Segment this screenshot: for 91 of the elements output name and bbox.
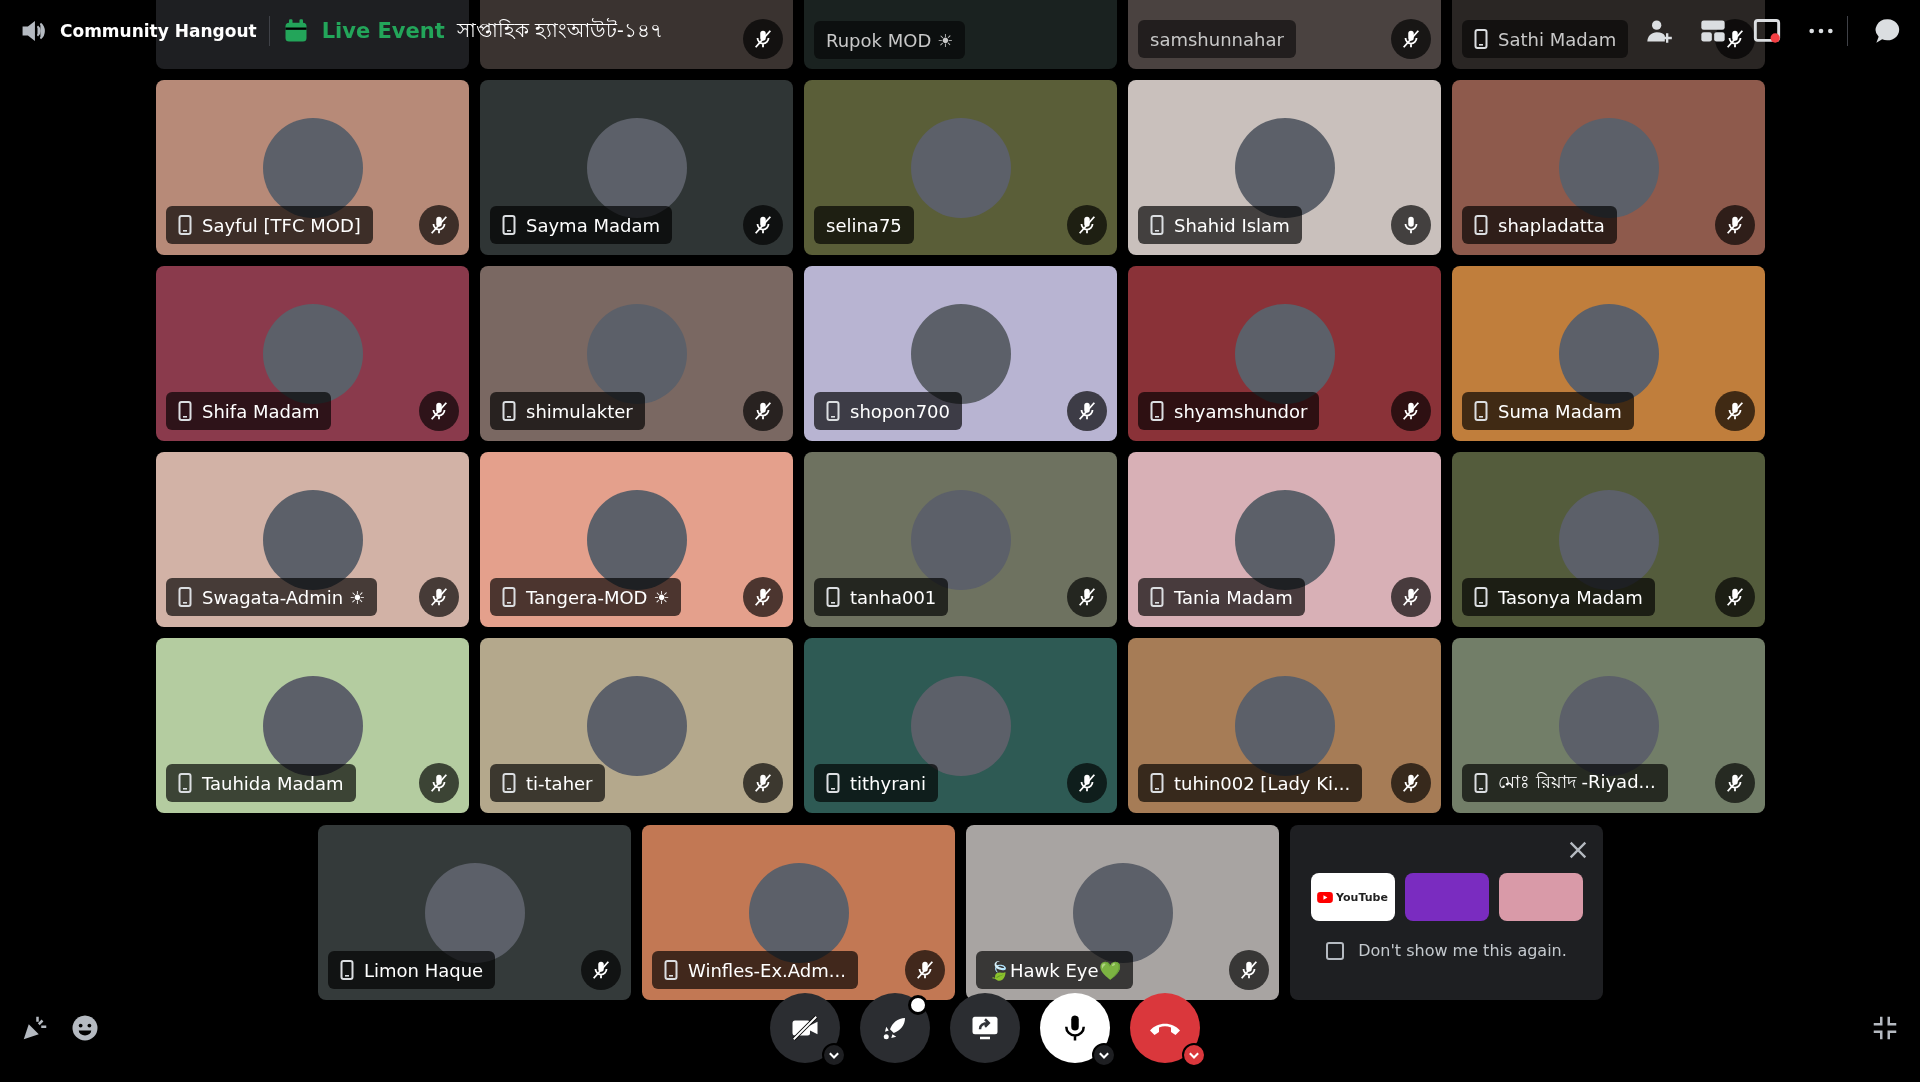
participant-name: ti-taher	[526, 772, 593, 794]
participant-name: Swagata-Admin ☀	[202, 586, 366, 608]
phone-icon	[178, 215, 192, 235]
participant-name: shimulakter	[526, 400, 633, 422]
chat-icon[interactable]	[1874, 17, 1902, 45]
phone-icon	[502, 215, 516, 235]
participant-tile[interactable]: shimulakter	[480, 266, 793, 441]
emoji-icon[interactable]	[70, 1013, 100, 1043]
chevron-icon[interactable]	[1182, 1043, 1206, 1067]
phone-icon	[502, 401, 516, 421]
participant-name: মোঃ রিয়াদ -Riyad...	[1498, 769, 1656, 794]
notification-dot	[908, 995, 928, 1015]
participant-tile[interactable]: Suma Madam	[1452, 266, 1765, 441]
live-event-label: Live Event	[321, 19, 445, 43]
participant-name: 🍃Hawk Eye💚	[988, 959, 1121, 981]
participant-tile[interactable]: Swagata-Admin ☀	[156, 452, 469, 627]
phone-icon	[502, 773, 516, 793]
channel-name: Community Hangout	[60, 21, 257, 41]
participant-name: Tania Madam	[1174, 586, 1293, 608]
chevron-icon[interactable]	[1092, 1043, 1116, 1067]
participant-tile[interactable]: Tasonya Madam	[1452, 452, 1765, 627]
phone-icon	[178, 587, 192, 607]
participant-tile[interactable]: Tauhida Madam	[156, 638, 469, 813]
phone-icon	[1150, 773, 1164, 793]
participant-name: tanha001	[850, 586, 937, 608]
game-thumbnail[interactable]	[1498, 873, 1583, 921]
phone-icon	[340, 960, 354, 980]
checkbox[interactable]	[1326, 941, 1345, 960]
participant-tile[interactable]: Sayma Madam	[480, 80, 793, 255]
participant-tile[interactable]: ti-taher	[480, 638, 793, 813]
event-title: সাপ্তাহিক হ্যাংআউট-১৪৭	[456, 16, 663, 44]
popout-icon[interactable]	[1753, 17, 1781, 45]
participant-tile[interactable]: Tangera-MOD ☀	[480, 452, 793, 627]
participant-tile[interactable]: Tania Madam	[1128, 452, 1441, 627]
participant-tile[interactable]: Shifa Madam	[156, 266, 469, 441]
phone-icon	[178, 773, 192, 793]
phone-icon	[826, 401, 840, 421]
phone-icon	[1474, 587, 1488, 607]
participant-tile[interactable]: shapladatta	[1452, 80, 1765, 255]
participant-name: Suma Madam	[1498, 400, 1622, 422]
participant-tile[interactable]: Shahid Islam	[1128, 80, 1441, 255]
play-icon	[1317, 891, 1334, 903]
participant-name: tuhin002 [Lady Ki...	[1174, 772, 1351, 794]
participant-name: samshunnahar	[1150, 28, 1284, 50]
chevron-icon[interactable]	[822, 1043, 846, 1067]
participant-name: Tangera-MOD ☀	[526, 586, 670, 608]
participant-tile[interactable]: tuhin002 [Lady Ki...	[1128, 638, 1441, 813]
game-thumbnail[interactable]	[1404, 873, 1489, 921]
participant-tile[interactable]: tanha001	[804, 452, 1117, 627]
participant-tile[interactable]: shyamshundor	[1128, 266, 1441, 441]
close-icon[interactable]	[1567, 839, 1589, 861]
participant-tile[interactable]: Limon Haque	[318, 825, 631, 1000]
participant-name: Tauhida Madam	[202, 772, 344, 794]
participant-name: Winfles-Ex.Adm...	[688, 959, 846, 981]
camera-off-icon	[790, 1013, 820, 1043]
participant-name: Shahid Islam	[1174, 214, 1290, 236]
phone-icon	[1474, 215, 1488, 235]
participant-name: Sayma Madam	[526, 214, 660, 236]
phone-icon	[1150, 215, 1164, 235]
phone-icon	[1474, 773, 1488, 793]
participant-tile[interactable]: shopon700	[804, 266, 1117, 441]
participant-name: Sathi Madam	[1498, 28, 1617, 50]
participant-name: Shifa Madam	[202, 400, 320, 422]
youtube-activity[interactable]: YouTube	[1310, 873, 1395, 921]
phone-icon	[826, 773, 840, 793]
phone-icon	[1474, 401, 1488, 421]
phone-icon	[1474, 29, 1488, 49]
participant-name: Limon Haque	[364, 959, 484, 981]
phone-icon	[1150, 587, 1164, 607]
participant-tile[interactable]: tithyrani	[804, 638, 1117, 813]
youtube-label: YouTube	[1336, 890, 1388, 904]
participant-tile[interactable]: মোঃ রিয়াদ -Riyad...	[1452, 638, 1765, 813]
participant-name: shyamshundor	[1174, 400, 1308, 422]
participant-name: Tasonya Madam	[1498, 586, 1643, 608]
checkbox-label: Don't show me this again.	[1358, 941, 1567, 960]
participant-name: selina75	[826, 214, 902, 236]
participant-tile[interactable]: Winfles-Ex.Adm...	[642, 825, 955, 1000]
participant-name: Sayful [TFC MOD]	[202, 214, 361, 236]
phone-icon	[178, 401, 192, 421]
participant-tile[interactable]: 🍃Hawk Eye💚	[966, 825, 1279, 1000]
phone-icon	[826, 587, 840, 607]
participant-name: tithyrani	[850, 772, 927, 794]
phone-icon	[1150, 401, 1164, 421]
participant-tile[interactable]: Sayful [TFC MOD]	[156, 80, 469, 255]
phone-hangup-icon	[1150, 1021, 1180, 1035]
participant-name: shopon700	[850, 400, 950, 422]
participant-name: shapladatta	[1498, 214, 1605, 236]
phone-icon	[502, 587, 516, 607]
participant-tile[interactable]: selina75	[804, 80, 1117, 255]
phone-icon	[664, 960, 678, 980]
participant-name: Rupok MOD ☀	[826, 29, 954, 51]
